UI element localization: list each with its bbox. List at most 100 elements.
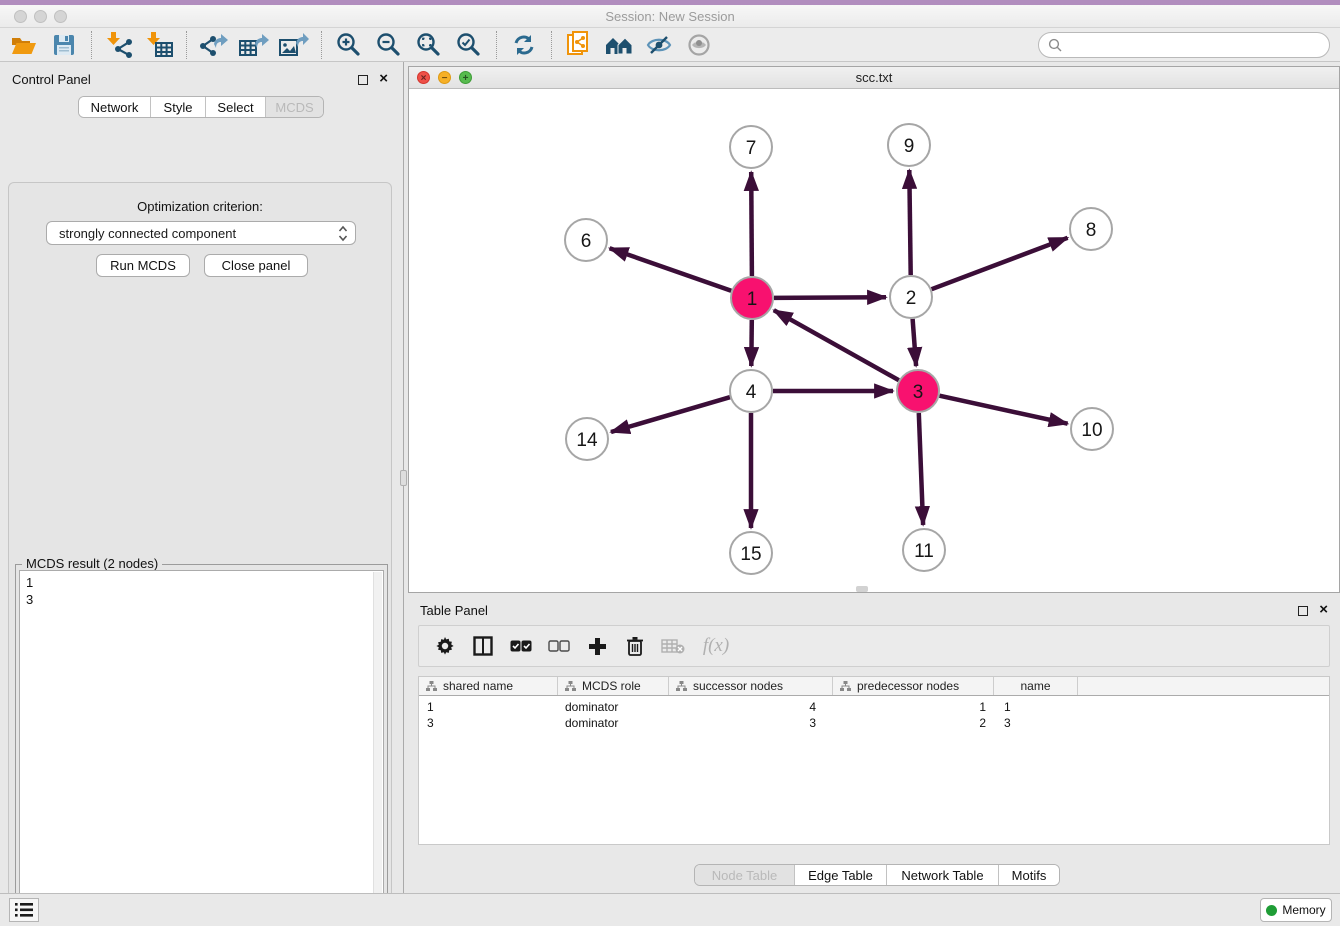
tab-style[interactable]: Style [151, 97, 206, 117]
table-settings-button[interactable] [433, 634, 457, 658]
table-row[interactable]: 1 dominator 4 1 1 [419, 699, 1078, 715]
panel-splitter[interactable] [400, 62, 408, 893]
tab-node-table[interactable]: Node Table [695, 865, 795, 885]
tab-edge-table[interactable]: Edge Table [795, 865, 887, 885]
window-title: Session: New Session [0, 9, 1340, 24]
import-table-icon [145, 32, 173, 58]
refresh-layout-button[interactable] [504, 29, 544, 61]
zoom-fit-button[interactable] [409, 29, 449, 61]
graph-edge-1-4[interactable] [751, 320, 752, 366]
sort-icon [565, 681, 576, 691]
network-view-window: × − + scc.txt 1234678910111415 [408, 66, 1340, 593]
save-session-button[interactable] [44, 29, 84, 61]
select-all-icon [510, 640, 532, 653]
network-graph[interactable]: 1234678910111415 [409, 89, 1339, 592]
cell-mcds-role[interactable]: dominator [558, 715, 669, 731]
export-image-button[interactable] [274, 29, 314, 61]
cell-successor-nodes[interactable]: 4 [669, 699, 833, 715]
column-header-mcds-role[interactable]: MCDS role [558, 677, 669, 695]
control-panel-tabs: Network Style Select MCDS [78, 96, 324, 118]
duplicate-network-button[interactable] [559, 29, 599, 61]
criterion-value: strongly connected component [59, 226, 236, 241]
graph-edge-2-8[interactable] [932, 238, 1068, 289]
tab-mcds[interactable]: MCDS [266, 97, 323, 117]
column-header-predecessor-nodes[interactable]: predecessor nodes [833, 677, 994, 695]
control-panel: Control Panel × Network Style Select MCD… [0, 62, 400, 893]
optimization-criterion-label: Optimization criterion: [9, 199, 391, 214]
show-column-panel-button[interactable] [471, 634, 495, 658]
zoom-selected-button[interactable] [449, 29, 489, 61]
zoom-out-button[interactable] [369, 29, 409, 61]
cell-successor-nodes[interactable]: 3 [669, 715, 833, 731]
cell-name[interactable]: 1 [994, 699, 1078, 715]
home-button[interactable] [599, 29, 639, 61]
tab-network-table[interactable]: Network Table [887, 865, 999, 885]
deselect-all-button[interactable] [547, 634, 571, 658]
network-window-titlebar: × − + scc.txt [409, 67, 1339, 89]
search-icon [1048, 38, 1062, 52]
cell-predecessor-nodes[interactable]: 1 [833, 699, 994, 715]
splitter-grip[interactable] [400, 470, 407, 486]
close-panel-icon[interactable]: × [379, 71, 388, 87]
tab-motifs[interactable]: Motifs [999, 865, 1059, 885]
table-panel-tabs: Node Table Edge Table Network Table Moti… [694, 864, 1060, 886]
cell-shared-name[interactable]: 3 [419, 715, 558, 731]
canvas-scroll-thumb[interactable] [856, 586, 868, 592]
export-table-button[interactable] [234, 29, 274, 61]
mcds-result-area[interactable]: 13 [19, 570, 384, 926]
graph-edge-4-14[interactable] [611, 397, 730, 432]
run-mcds-button[interactable]: Run MCDS [96, 254, 190, 277]
save-icon [53, 34, 75, 56]
table-row[interactable]: 3 dominator 3 2 3 [419, 715, 1078, 731]
graph-edge-3-11[interactable] [919, 413, 923, 525]
delete-table-icon [661, 638, 685, 654]
sort-icon [426, 681, 437, 691]
column-header-name[interactable]: name [994, 677, 1078, 695]
close-panel-button[interactable]: Close panel [204, 254, 308, 277]
delete-column-button[interactable] [623, 634, 647, 658]
select-all-button[interactable] [509, 634, 533, 658]
zoom-in-button[interactable] [329, 29, 369, 61]
result-scrollbar[interactable] [373, 572, 382, 926]
graph-edge-1-6[interactable] [610, 248, 732, 291]
import-table-button[interactable] [139, 29, 179, 61]
cell-shared-name[interactable]: 1 [419, 699, 558, 715]
export-table-icon [239, 32, 269, 58]
column-header-successor-nodes[interactable]: successor nodes [669, 677, 833, 695]
graph-edge-1-2[interactable] [774, 297, 886, 298]
open-session-button[interactable] [4, 29, 44, 61]
graph-node-label: 1 [747, 289, 758, 310]
tab-network[interactable]: Network [79, 97, 151, 117]
tab-select[interactable]: Select [206, 97, 266, 117]
search-field[interactable] [1038, 32, 1330, 58]
graph-edge-3-1[interactable] [774, 310, 899, 380]
duplicate-network-icon [566, 31, 592, 59]
graph-edge-2-3[interactable] [913, 319, 917, 366]
add-column-button[interactable] [585, 634, 609, 658]
mcds-result-lines: 13 [26, 574, 33, 608]
criterion-select[interactable]: strongly connected component [46, 221, 356, 245]
graph-edge-3-10[interactable] [940, 396, 1068, 424]
close-table-panel-icon[interactable]: × [1319, 602, 1328, 618]
export-network-button[interactable] [194, 29, 234, 61]
delete-table-button[interactable] [661, 634, 685, 658]
show-hidden-button[interactable] [679, 29, 719, 61]
hide-selected-button[interactable] [639, 29, 679, 61]
float-panel-icon[interactable] [358, 75, 368, 85]
function-builder-button[interactable]: f(x) [699, 634, 733, 658]
graph-edge-2-9[interactable] [909, 170, 910, 275]
cell-mcds-role[interactable]: dominator [558, 699, 669, 715]
cell-name[interactable]: 3 [994, 715, 1078, 731]
graph-node-label: 6 [581, 231, 592, 252]
cell-predecessor-nodes[interactable]: 2 [833, 715, 994, 731]
task-history-button[interactable] [9, 898, 39, 922]
column-header-shared-name[interactable]: shared name [419, 677, 558, 695]
search-input[interactable] [1068, 35, 1329, 55]
float-table-panel-icon[interactable] [1298, 606, 1308, 616]
memory-button[interactable]: Memory [1260, 898, 1332, 922]
refresh-icon [512, 33, 536, 57]
table-panel: Table Panel × [408, 595, 1340, 893]
import-network-button[interactable] [99, 29, 139, 61]
graph-edge-1-7[interactable] [751, 172, 752, 276]
network-canvas[interactable]: 1234678910111415 [409, 89, 1339, 592]
